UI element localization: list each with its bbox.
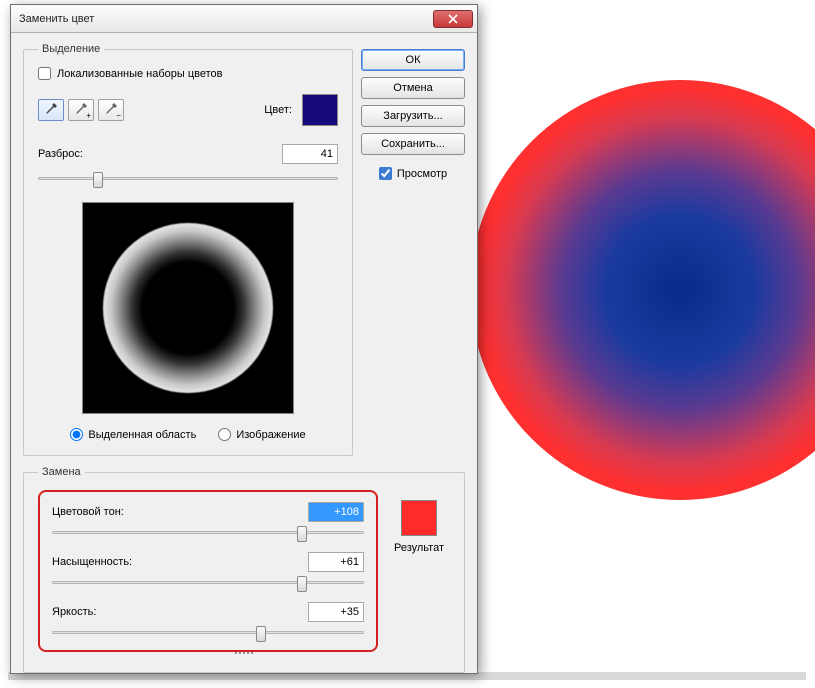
color-label: Цвет:	[264, 104, 292, 116]
result-label: Результат	[394, 542, 444, 554]
localized-colors-checkbox[interactable]	[38, 67, 51, 80]
preview-mask-circle	[103, 223, 273, 393]
hue-input[interactable]: +108	[308, 502, 364, 522]
selection-group: Выделение Локализованные наборы цветов +	[23, 43, 353, 456]
radio-selection-input[interactable]	[70, 428, 83, 441]
spread-input[interactable]: 41	[282, 144, 338, 164]
saturation-input[interactable]: +61	[308, 552, 364, 572]
eyedropper-add-button[interactable]: +	[68, 99, 94, 121]
localized-colors-label: Локализованные наборы цветов	[57, 68, 223, 80]
titlebar[interactable]: Заменить цвет	[11, 5, 477, 33]
eyedropper-icon	[43, 102, 59, 118]
radio-selection-label: Выделенная область	[88, 429, 196, 441]
save-button[interactable]: Сохранить...	[361, 133, 465, 155]
hue-label: Цветовой тон:	[52, 506, 152, 518]
radio-image-label: Изображение	[236, 429, 305, 441]
dialog-title: Заменить цвет	[19, 13, 433, 25]
replace-sliders-highlight: Цветовой тон: +108 Насыщенность: +61	[38, 490, 378, 652]
spread-label: Разброс:	[38, 148, 138, 160]
saturation-label: Насыщенность:	[52, 556, 152, 568]
load-button[interactable]: Загрузить...	[361, 105, 465, 127]
close-button[interactable]	[433, 10, 473, 28]
selection-legend: Выделение	[38, 43, 104, 55]
cancel-button[interactable]: Отмена	[361, 77, 465, 99]
radio-image[interactable]: Изображение	[218, 428, 305, 441]
plus-indicator: +	[86, 112, 91, 120]
lightness-slider[interactable]	[52, 624, 364, 642]
eyedropper-subtract-button[interactable]: −	[98, 99, 124, 121]
replace-legend: Замена	[38, 466, 85, 478]
minus-indicator: −	[116, 112, 121, 120]
eyedropper-button[interactable]	[38, 99, 64, 121]
ok-button[interactable]: ОК	[361, 49, 465, 71]
hue-slider[interactable]	[52, 524, 364, 542]
result-color-swatch[interactable]	[401, 500, 437, 536]
lightness-label: Яркость:	[52, 606, 152, 618]
replace-group: Замена Цветовой тон: +108 Насыщенность:	[23, 466, 465, 673]
lightness-input[interactable]: +35	[308, 602, 364, 622]
preview-checkbox[interactable]	[379, 167, 392, 180]
preview-label: Просмотр	[397, 168, 447, 180]
resize-grip[interactable]	[38, 652, 450, 658]
replace-color-dialog: Заменить цвет Выделение Локализованные н…	[10, 4, 478, 674]
radio-image-input[interactable]	[218, 428, 231, 441]
close-icon	[448, 14, 458, 24]
spread-slider[interactable]	[38, 170, 338, 188]
radio-selection-area[interactable]: Выделенная область	[70, 428, 196, 441]
source-color-swatch[interactable]	[302, 94, 338, 126]
selection-preview	[82, 202, 294, 414]
saturation-slider[interactable]	[52, 574, 364, 592]
